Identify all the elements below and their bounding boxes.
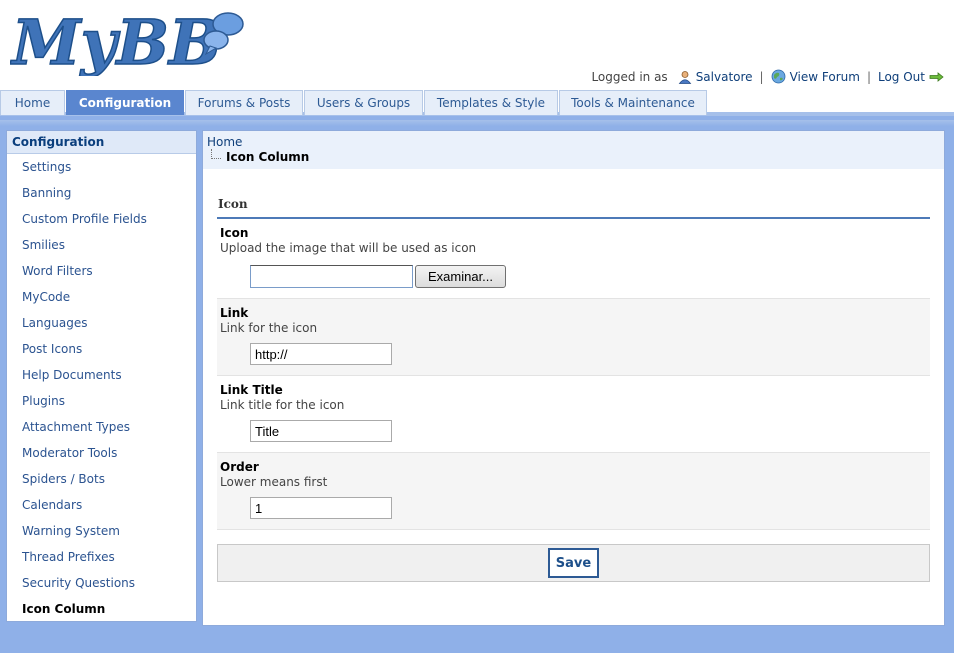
link-desc: Link for the icon <box>220 321 318 335</box>
section-title: Icon <box>217 189 930 219</box>
logged-in-label: Logged in as <box>591 69 668 84</box>
sidebar-item-help-documents[interactable]: Help Documents <box>7 362 196 388</box>
user-icon <box>678 70 691 84</box>
order-desc: Lower means first <box>220 475 328 489</box>
sidebar-item-spiders-bots[interactable]: Spiders / Bots <box>7 466 196 492</box>
form-row-link-title: Link Title Link title for the icon <box>217 376 930 453</box>
link-title-desc: Link title for the icon <box>220 398 345 412</box>
sidebar-item-icon-column[interactable]: Icon Column <box>7 596 196 622</box>
tab-tools-maintenance[interactable]: Tools & Maintenance <box>559 90 707 115</box>
form-row-link: Link Link for the icon <box>217 299 930 376</box>
main-tabs: Home Configuration Forums & Posts Users … <box>0 90 954 116</box>
icon-desc: Upload the image that will be used as ic… <box>220 241 477 255</box>
main-content: Home Icon Column Icon Icon Upload the im… <box>202 130 945 626</box>
breadcrumb-current: Icon Column <box>211 149 940 164</box>
order-input[interactable] <box>250 497 392 519</box>
sidebar: Configuration Settings Banning Custom Pr… <box>6 130 197 622</box>
separator: | <box>866 69 871 84</box>
browse-button[interactable]: Examinar... <box>415 265 506 288</box>
sidebar-item-calendars[interactable]: Calendars <box>7 492 196 518</box>
tree-connector <box>211 149 221 159</box>
tab-shadow <box>0 120 954 126</box>
tab-configuration[interactable]: Configuration <box>66 90 184 115</box>
link-title-input[interactable] <box>250 420 392 442</box>
sidebar-title: Configuration <box>7 131 196 154</box>
file-upload: Examinar... <box>250 265 927 288</box>
mybb-logo[interactable]: MyBB <box>10 6 250 76</box>
form-row-order: Order Lower means first <box>217 453 930 530</box>
order-label: Order <box>220 460 259 474</box>
svg-text:MyBB: MyBB <box>10 6 221 76</box>
link-label: Link <box>220 306 249 320</box>
username-link[interactable]: Salvatore <box>696 70 753 84</box>
header: MyBB Logged in as Salvatore | View Forum… <box>0 0 954 90</box>
sidebar-item-thread-prefixes[interactable]: Thread Prefixes <box>7 544 196 570</box>
separator: | <box>759 69 764 84</box>
tab-users-groups[interactable]: Users & Groups <box>304 90 423 115</box>
sidebar-item-settings[interactable]: Settings <box>7 154 196 180</box>
save-button[interactable]: Save <box>547 548 600 578</box>
icon-form: Icon Icon Upload the image that will be … <box>217 189 930 582</box>
sidebar-item-plugins[interactable]: Plugins <box>7 388 196 414</box>
icon-label: Icon <box>220 226 249 240</box>
sidebar-item-warning-system[interactable]: Warning System <box>7 518 196 544</box>
globe-icon <box>771 69 785 84</box>
breadcrumb-current-label: Icon Column <box>226 150 310 164</box>
form-buttons: Save <box>217 544 930 582</box>
sidebar-item-moderator-tools[interactable]: Moderator Tools <box>7 440 196 466</box>
link-input[interactable] <box>250 343 392 365</box>
breadcrumb-home[interactable]: Home <box>207 135 940 149</box>
tab-forums-posts[interactable]: Forums & Posts <box>185 90 303 115</box>
sidebar-item-word-filters[interactable]: Word Filters <box>7 258 196 284</box>
sidebar-item-mycode[interactable]: MyCode <box>7 284 196 310</box>
form-row-icon: Icon Upload the image that will be used … <box>217 219 930 299</box>
sidebar-item-post-icons[interactable]: Post Icons <box>7 336 196 362</box>
view-forum-link[interactable]: View Forum <box>790 70 860 84</box>
file-path-field[interactable] <box>250 265 413 288</box>
arrow-right-icon <box>929 71 944 82</box>
sidebar-item-banning[interactable]: Banning <box>7 180 196 206</box>
logout-link[interactable]: Log Out <box>878 70 925 84</box>
user-bar: Logged in as Salvatore | View Forum | Lo… <box>591 69 944 84</box>
sidebar-item-languages[interactable]: Languages <box>7 310 196 336</box>
breadcrumb: Home Icon Column <box>203 131 944 169</box>
tab-home[interactable]: Home <box>0 90 65 115</box>
link-title-label: Link Title <box>220 383 283 397</box>
tab-templates-style[interactable]: Templates & Style <box>424 90 558 115</box>
sidebar-item-smilies[interactable]: Smilies <box>7 232 196 258</box>
sidebar-item-custom-profile-fields[interactable]: Custom Profile Fields <box>7 206 196 232</box>
sidebar-item-security-questions[interactable]: Security Questions <box>7 570 196 596</box>
sidebar-item-attachment-types[interactable]: Attachment Types <box>7 414 196 440</box>
